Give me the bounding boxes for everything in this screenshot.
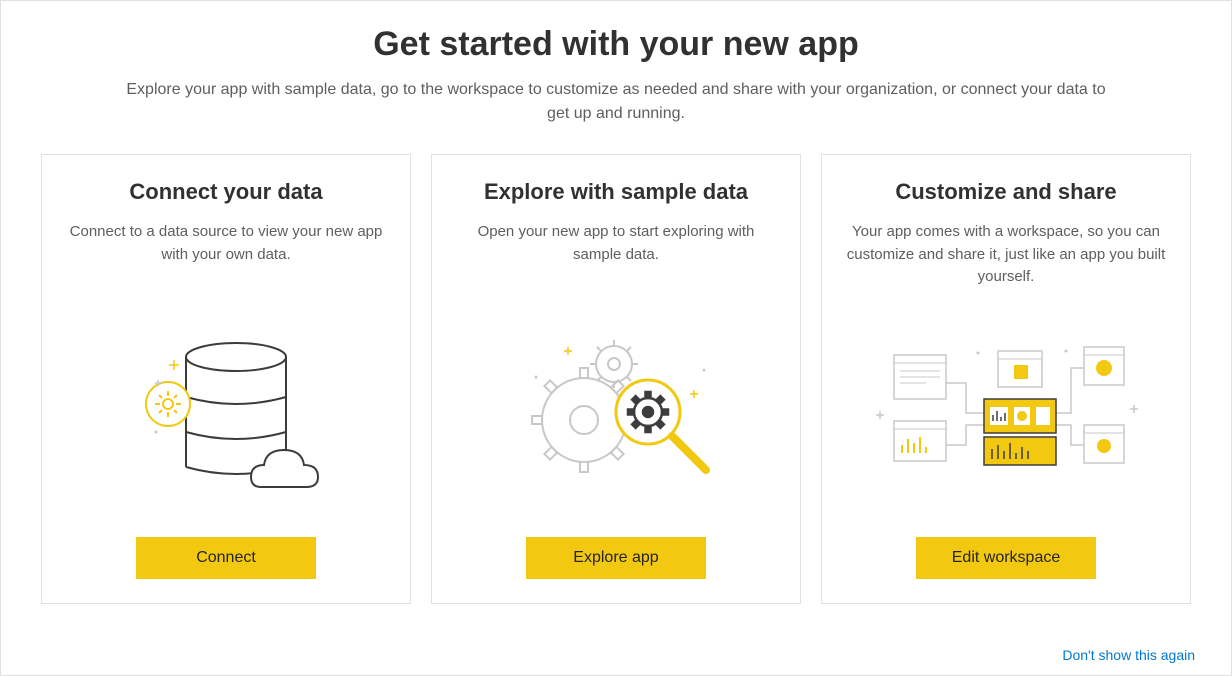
database-illustration (62, 307, 390, 517)
edit-workspace-button[interactable]: Edit workspace (916, 537, 1096, 579)
card-description: Your app comes with a workspace, so you … (842, 221, 1170, 289)
card-description: Connect to a data source to view your ne… (62, 221, 390, 287)
card-connect-data: Connect your data Connect to a data sour… (41, 154, 411, 604)
card-explore-sample: Explore with sample data Open your new a… (431, 154, 801, 604)
card-description: Open your new app to start exploring wit… (452, 221, 780, 287)
dont-show-again-link[interactable]: Don't show this again (1062, 647, 1195, 663)
cards-container: Connect your data Connect to a data sour… (41, 154, 1191, 604)
card-title: Explore with sample data (484, 179, 748, 205)
page-title: Get started with your new app (41, 25, 1191, 64)
header: Get started with your new app Explore yo… (41, 25, 1191, 126)
workspace-diagram-icon (866, 333, 1146, 493)
explore-app-button[interactable]: Explore app (526, 537, 706, 579)
page-subtitle: Explore your app with sample data, go to… (126, 78, 1106, 126)
workspace-illustration (842, 309, 1170, 518)
card-customize-share: Customize and share Your app comes with … (821, 154, 1191, 604)
gears-search-icon (506, 322, 726, 502)
connect-button[interactable]: Connect (136, 537, 316, 579)
card-title: Connect your data (129, 179, 322, 205)
gears-magnifier-illustration (452, 307, 780, 517)
database-cloud-icon (126, 322, 326, 502)
card-title: Customize and share (895, 179, 1116, 205)
